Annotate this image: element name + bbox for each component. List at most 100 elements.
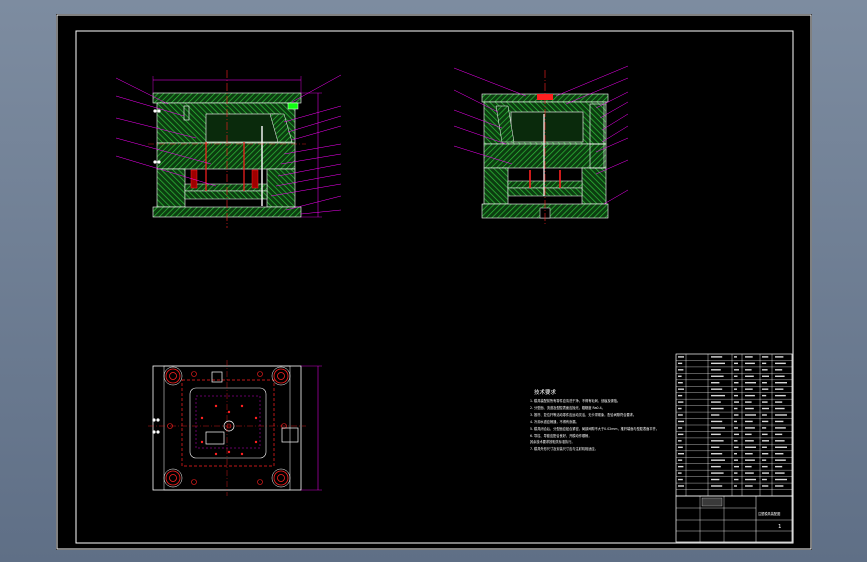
bom-cell-text bbox=[711, 362, 725, 365]
notes-title: 技术要求 bbox=[534, 388, 557, 396]
slider-plan bbox=[205, 431, 225, 445]
spacer-block-right bbox=[581, 167, 607, 205]
bom-cell-text bbox=[762, 356, 769, 358]
bom-cell-text bbox=[734, 401, 739, 403]
note-line: 4. 冷却水道应畅通，不得有渗漏。 bbox=[530, 419, 579, 424]
bom-cell-text bbox=[745, 465, 752, 468]
bom-cell-text bbox=[678, 465, 684, 468]
bom-cell-text bbox=[734, 427, 738, 429]
bom-cell-text bbox=[745, 407, 754, 410]
bom-cell-text bbox=[775, 369, 783, 371]
bom-cell-text bbox=[745, 382, 756, 384]
bom-cell-text bbox=[678, 478, 683, 481]
bom-cell-text bbox=[762, 369, 768, 371]
bom-cell-text bbox=[734, 414, 739, 416]
bom-cell-text bbox=[678, 446, 683, 448]
bom-cell-text bbox=[745, 485, 753, 487]
parts-list-table[interactable] bbox=[675, 353, 793, 497]
bom-cell-text bbox=[775, 414, 787, 416]
bom-cell-text bbox=[762, 453, 769, 455]
bom-cell-text bbox=[711, 414, 720, 416]
bom-cell-text bbox=[745, 401, 752, 403]
bom-cell-text bbox=[678, 375, 682, 377]
spacer-block-left bbox=[156, 168, 186, 208]
bom-cell-text bbox=[775, 427, 786, 429]
bom-cell-text bbox=[678, 440, 682, 442]
ejector-plate bbox=[184, 190, 268, 200]
cavity-insert bbox=[510, 111, 584, 143]
bom-cell-text bbox=[734, 465, 739, 468]
cavity-insert bbox=[205, 113, 279, 143]
side-section-view[interactable] bbox=[453, 65, 629, 226]
bom-cell-text bbox=[678, 369, 684, 371]
bom-cell-text bbox=[678, 453, 684, 455]
bom-cell-text bbox=[678, 401, 684, 403]
bom-cell-text bbox=[678, 394, 683, 397]
bom-cell-text bbox=[734, 394, 738, 397]
bom-cell-text bbox=[711, 369, 721, 371]
bom-cell-text bbox=[745, 420, 753, 423]
bom-cell-text bbox=[775, 388, 784, 390]
bom-cell-text bbox=[762, 478, 767, 481]
title-block[interactable]: 注塑模具装配图 1 bbox=[675, 495, 793, 543]
bom-cell-text bbox=[678, 356, 684, 358]
bom-cell-text bbox=[775, 401, 783, 403]
bom-cell-text bbox=[711, 472, 724, 474]
bom-cell-text bbox=[711, 478, 720, 481]
bom-cell-text bbox=[775, 407, 785, 410]
bom-cell-text bbox=[775, 420, 784, 423]
bom-cell-text bbox=[678, 382, 683, 384]
bom-cell-text bbox=[711, 453, 723, 455]
bom-cell-text bbox=[745, 356, 753, 358]
bom-cell-text bbox=[775, 465, 783, 468]
drawing-canvas[interactable]: 技术要求 1. 模具装配前所有零件应清洗干净，不得有毛刺、划痕及锈蚀。 2. 分… bbox=[56, 14, 812, 550]
bom-cell-text bbox=[775, 472, 785, 474]
bom-cell-text bbox=[711, 433, 721, 436]
bom-cell-text bbox=[775, 433, 783, 436]
bom-cell-text bbox=[762, 375, 769, 377]
bom-cell-text bbox=[762, 420, 769, 423]
cad-viewport[interactable]: 技术要求 1. 模具装配前所有零件应清洗干净，不得有毛刺、划痕及锈蚀。 2. 分… bbox=[0, 0, 867, 562]
ejector-pin-marks bbox=[200, 404, 258, 456]
cavity-outline bbox=[189, 387, 267, 459]
bom-cell-text bbox=[678, 427, 683, 429]
front-section-view[interactable] bbox=[115, 70, 342, 228]
bom-cell-text bbox=[678, 485, 684, 487]
bom-cell-text bbox=[775, 362, 786, 365]
bom-cell-text bbox=[734, 420, 737, 423]
bom-cell-text bbox=[711, 382, 720, 384]
bom-cell-text bbox=[711, 394, 725, 397]
bom-cell-text bbox=[762, 407, 769, 410]
bom-cell-text bbox=[775, 356, 784, 358]
bom-cell-text bbox=[762, 388, 769, 390]
bom-cell-text bbox=[745, 433, 752, 436]
bom-cell-text bbox=[745, 440, 754, 442]
bom-cell-text bbox=[775, 394, 786, 397]
bom-cell-text bbox=[734, 485, 737, 487]
bom-cell-text bbox=[678, 472, 682, 474]
bom-cell-text bbox=[775, 375, 785, 377]
spacer-block-left bbox=[483, 167, 509, 205]
top-slide-guide bbox=[211, 371, 223, 383]
bom-cell-text bbox=[775, 459, 786, 461]
bom-cell-text bbox=[711, 420, 723, 423]
bom-cell-text bbox=[762, 446, 767, 448]
bom-cell-text bbox=[745, 414, 756, 416]
bom-cell-text bbox=[711, 388, 723, 390]
technical-notes[interactable]: 技术要求 1. 模具装配前所有零件应清洗干净，不得有毛刺、划痕及锈蚀。 2. 分… bbox=[530, 388, 659, 451]
bom-cell-text bbox=[762, 394, 767, 397]
bom-cell-text bbox=[711, 356, 723, 358]
bom-cell-text bbox=[745, 446, 756, 448]
bom-cell-text bbox=[775, 453, 784, 455]
spacer-block-right bbox=[266, 168, 296, 208]
note-line: 1. 模具装配前所有零件应清洗干净，不得有毛刺、划痕及锈蚀。 bbox=[530, 398, 620, 403]
bom-cell-text bbox=[762, 433, 768, 436]
bom-cell-text bbox=[775, 440, 785, 442]
bom-cell-text bbox=[762, 465, 768, 468]
cooling-nipple bbox=[287, 102, 299, 110]
bom-cell-text bbox=[762, 440, 769, 442]
bom-cell-text bbox=[745, 453, 753, 455]
bom-cell-text bbox=[734, 472, 738, 474]
drawing-sheet: 技术要求 1. 模具装配前所有零件应清洗干净，不得有毛刺、划痕及锈蚀。 2. 分… bbox=[56, 14, 812, 550]
plan-view[interactable] bbox=[148, 360, 322, 496]
